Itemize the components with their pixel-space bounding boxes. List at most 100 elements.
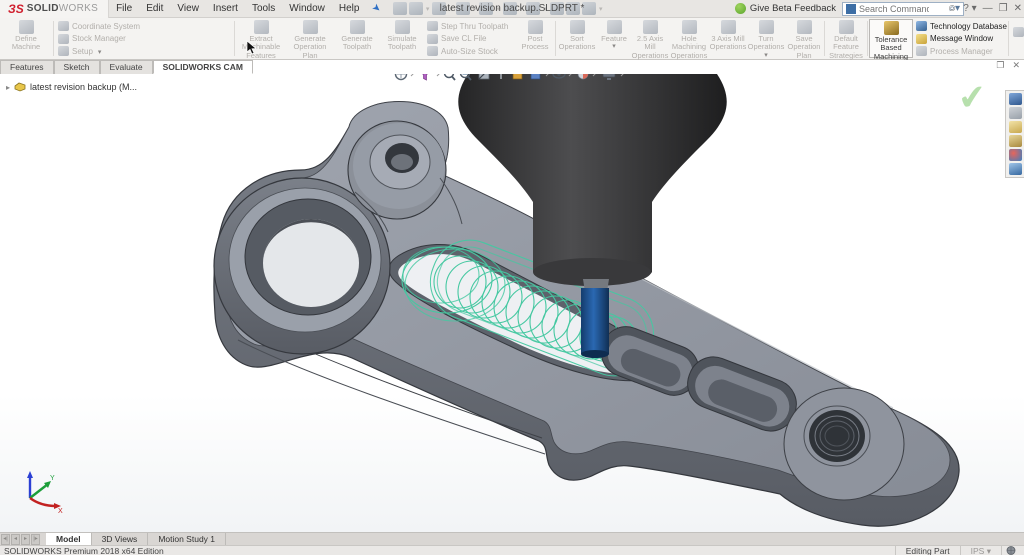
tab-model[interactable]: Model (46, 533, 92, 545)
save-operation-plan-button[interactable]: Save Operation Plan (785, 19, 823, 58)
menu-view[interactable]: View (170, 0, 206, 18)
tab-solidworks-cam[interactable]: SOLIDWORKS CAM (153, 60, 253, 74)
process-manager-button[interactable]: Process Manager (916, 46, 1004, 56)
view-palette-icon[interactable] (1009, 135, 1022, 147)
generate-toolpath-button[interactable]: Generate Toolpath (334, 19, 380, 58)
tab-features[interactable]: Features (0, 60, 54, 74)
search-commands-box[interactable]: ⌕▾ (842, 2, 964, 16)
tab-motion-study-1[interactable]: Motion Study 1 (148, 533, 226, 545)
zoom-to-area-icon[interactable] (445, 74, 456, 80)
previous-view-icon[interactable] (461, 74, 472, 80)
triad-y-axis (30, 484, 48, 498)
caret[interactable] (621, 74, 623, 76)
solidworks-resources-icon[interactable] (1009, 93, 1022, 105)
turn-operations-button[interactable]: Turn Operations▾ (747, 19, 785, 58)
prev-tab-button[interactable]: ◂ (11, 534, 20, 545)
graphics-area[interactable]: ▸ latest revision backup (M... (0, 74, 1024, 532)
options-gear-icon[interactable] (582, 2, 596, 15)
minimize-button[interactable]: — (983, 3, 993, 14)
user-defined-tool-holder-button[interactable]: User Defined Tool/Holder (1013, 23, 1024, 41)
generate-operation-plan-button[interactable]: Generate Operation Plan (286, 19, 334, 58)
next-tab-button[interactable]: ▸ (21, 534, 30, 545)
caret[interactable] (569, 74, 571, 76)
caret[interactable] (411, 74, 413, 76)
step-thru-toolpath-button[interactable]: Step Thru Toolpath (427, 21, 513, 31)
restore-button[interactable]: ❐ (999, 3, 1008, 14)
tag-icon[interactable] (1001, 546, 1020, 555)
save-cl-file-button[interactable]: Save CL File (427, 34, 513, 44)
hide-show-items-icon[interactable] (553, 74, 565, 78)
menu-window[interactable]: Window (282, 0, 332, 18)
menu-tools[interactable]: Tools (245, 0, 282, 18)
close-button[interactable]: ✕ (1014, 3, 1022, 14)
file-explorer-icon[interactable] (1009, 121, 1022, 133)
mill-25-axis-button[interactable]: 2.5 Axis Mill Operations (631, 19, 669, 58)
view-settings-icon[interactable] (603, 74, 615, 80)
view-orientation-icon[interactable] (513, 74, 525, 79)
tab-3d-views[interactable]: 3D Views (92, 533, 149, 545)
filter-icon[interactable] (419, 74, 431, 80)
edit-appearance-icon[interactable] (578, 74, 588, 79)
menu-edit[interactable]: Edit (139, 0, 170, 18)
pin-menu-icon[interactable]: ➤ (370, 2, 383, 16)
new-document-icon[interactable] (409, 2, 423, 15)
document-close-icon[interactable]: ✕ (1012, 60, 1020, 71)
logo-works-text: WORKS (59, 3, 98, 14)
feature-button[interactable]: Feature▾ (597, 19, 631, 58)
menu-file[interactable]: File (109, 0, 139, 18)
display-style-icon[interactable] (531, 74, 543, 79)
first-tab-button[interactable]: ◂| (1, 534, 10, 545)
menu-help[interactable]: Help (332, 0, 367, 18)
confirmation-check-icon[interactable]: ✔ (955, 77, 988, 120)
appearances-scenes-icon[interactable] (1009, 149, 1022, 161)
help-menu-icon[interactable]: ? ▾ (963, 3, 976, 14)
hole-machining-button[interactable]: Hole Machining Operations (669, 19, 709, 58)
home-icon[interactable] (393, 2, 407, 15)
custom-properties-icon[interactable] (1009, 163, 1022, 175)
mill-3-axis-button[interactable]: 3 Axis Mill Operations (709, 19, 747, 58)
print-icon[interactable] (479, 2, 493, 15)
default-feature-strategies-button[interactable]: Default Feature Strategies (826, 19, 866, 58)
extract-machinable-features-button[interactable]: Extract Machinable Features (236, 19, 286, 58)
feature-tree-root[interactable]: ▸ latest revision backup (M... (6, 82, 137, 92)
undo-icon[interactable] (503, 2, 517, 15)
zoom-to-fit-icon[interactable] (396, 74, 407, 80)
simulate-toolpath-button[interactable]: Simulate Toolpath (380, 19, 424, 58)
units-selector[interactable]: IPS ▾ (960, 546, 1001, 555)
section-view-icon[interactable] (479, 74, 489, 79)
design-library-icon[interactable] (1009, 107, 1022, 119)
give-beta-feedback[interactable]: Give Beta Feedback (735, 3, 836, 14)
document-restore-icon[interactable]: ❐ (996, 60, 1004, 71)
setup-button[interactable]: Setup▾ (58, 46, 230, 56)
sort-operations-button[interactable]: Sort Operations (557, 19, 597, 58)
coordinate-system-button[interactable]: Coordinate System (58, 21, 230, 31)
sketch-tool-icon[interactable] (497, 74, 505, 79)
menu-insert[interactable]: Insert (206, 0, 245, 18)
caret[interactable] (437, 74, 439, 76)
tab-evaluate[interactable]: Evaluate (100, 60, 153, 74)
open-icon[interactable] (432, 2, 446, 15)
mill-3-axis-icon (721, 20, 736, 34)
user-account-icon[interactable]: ☺ (947, 3, 957, 14)
caret[interactable] (593, 74, 595, 76)
message-window-button[interactable]: Message Window (916, 34, 1004, 44)
auto-size-stock-button[interactable]: Auto-Size Stock (427, 46, 513, 56)
search-scope-icon[interactable] (846, 4, 856, 14)
grid-icon[interactable] (566, 2, 580, 15)
search-input[interactable] (859, 4, 929, 14)
caret[interactable] (546, 74, 548, 76)
save-icon[interactable] (456, 2, 470, 15)
mill-25-axis-icon (643, 20, 658, 34)
attach-icon[interactable] (550, 2, 564, 15)
tree-expand-icon[interactable]: ▸ (6, 83, 10, 92)
stock-manager-button[interactable]: Stock Manager (58, 34, 230, 44)
model-scene[interactable] (0, 74, 1005, 532)
define-machine-button[interactable]: Define Machine (0, 19, 52, 58)
select-icon[interactable] (526, 2, 540, 15)
setup-flyout-icon[interactable]: ▾ (98, 48, 102, 56)
tolerance-based-machining-button[interactable]: Tolerance Based Machining (869, 19, 913, 58)
post-process-button[interactable]: Post Process (516, 19, 554, 58)
technology-database-button[interactable]: Technology Database (916, 21, 1004, 31)
tab-sketch[interactable]: Sketch (54, 60, 100, 74)
last-tab-button[interactable]: |▸ (31, 534, 40, 545)
